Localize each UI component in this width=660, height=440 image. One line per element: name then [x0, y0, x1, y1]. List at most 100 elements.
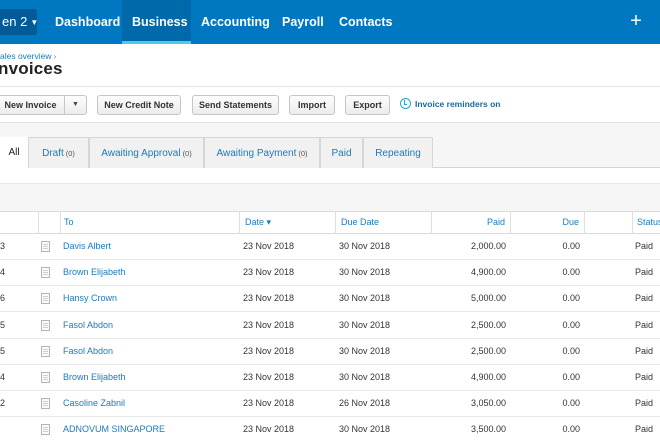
tab-label: Paid [331, 148, 352, 159]
column-divider [60, 211, 61, 234]
tab-label: Awaiting Payment [216, 148, 297, 159]
document-icon [41, 319, 50, 331]
column-divider [239, 211, 240, 234]
chevron-down-icon: ▼ [72, 101, 79, 108]
table-row[interactable]: 4 Brown Elijabeth 23 Nov 2018 30 Nov 2018 4,… [0, 365, 660, 391]
due-cell: 0.00 [562, 293, 580, 304]
table-row[interactable]: 3 Davis Albert 23 Nov 2018 30 Nov 2018 2,000… [0, 234, 660, 260]
nav-business[interactable]: Business [122, 0, 191, 44]
invoice-number-cell: 5 [0, 319, 6, 330]
organisation-switcher[interactable]: en 2 ▼ [0, 9, 37, 35]
status-cell: Paid [635, 424, 654, 435]
invoice-reminders-link[interactable]: Invoice reminders on [400, 98, 501, 109]
tab-paid[interactable]: Paid [320, 137, 363, 168]
due-date-cell: 30 Nov 2018 [339, 267, 391, 278]
invoice-number-cell: 6 [0, 293, 6, 304]
new-credit-note-button[interactable]: New Credit Note [97, 95, 181, 115]
new-invoice-dropdown-button[interactable]: ▼ [64, 95, 87, 115]
column-date[interactable]: Date ▾ [245, 212, 271, 233]
tab-label: Draft [42, 148, 64, 159]
status-cell: Paid [635, 267, 654, 278]
table-row[interactable]: ADNOVUM SINGAPORE 23 Nov 2018 30 Nov 2018 3… [0, 417, 660, 440]
nav-accounting[interactable]: Accounting [201, 0, 270, 44]
contact-name-link[interactable]: Brown Elijabeth [63, 365, 126, 391]
send-statements-button[interactable]: Send Statements [192, 95, 279, 115]
document-icon [41, 241, 50, 252]
status-cell: Paid [635, 319, 654, 330]
due-date-cell: 30 Nov 2018 [339, 319, 391, 330]
due-cell: 0.00 [562, 424, 580, 435]
column-paid[interactable]: Paid [440, 212, 505, 233]
column-status[interactable]: Status [637, 212, 660, 233]
table-row[interactable]: 6 Hansy Crown 23 Nov 2018 30 Nov 2018 5,000.… [0, 286, 660, 313]
alarm-clock-icon [400, 98, 411, 109]
column-divider [632, 211, 633, 234]
column-due[interactable]: Due [519, 212, 579, 233]
table-row[interactable]: 5 Fasol Abdon 23 Nov 2018 30 Nov 2018 2,500.… [0, 339, 660, 365]
paid-cell: 3,050.00 [470, 398, 506, 409]
chevron-down-icon: ▼ [30, 18, 37, 27]
column-divider [38, 211, 39, 234]
invoice-number-cell: 5 [0, 345, 6, 356]
due-cell: 0.00 [562, 319, 580, 330]
nav-contacts[interactable]: Contacts [339, 0, 392, 44]
tab-awaiting-approval[interactable]: Awaiting Approval (0) [89, 137, 204, 168]
status-cell: Paid [635, 398, 654, 409]
column-due-date[interactable]: Due Date [341, 212, 379, 233]
contact-name-link[interactable]: Fasol Abdon [63, 339, 113, 365]
contact-name-link[interactable]: Davis Albert [63, 234, 111, 260]
tab-count: (0) [298, 149, 308, 158]
tab-awaiting-payment[interactable]: Awaiting Payment (0) [204, 137, 320, 168]
document-icon [41, 293, 50, 305]
status-cell: Paid [635, 293, 654, 304]
import-button[interactable]: Import [289, 95, 335, 115]
invoice-reminders-label: Invoice reminders on [415, 99, 501, 109]
tab-draft[interactable]: Draft (0) [28, 137, 89, 168]
due-date-cell: 30 Nov 2018 [339, 293, 391, 304]
status-cell: Paid [635, 345, 654, 356]
table-row[interactable]: 5 Fasol Abdon 23 Nov 2018 30 Nov 2018 2,500.… [0, 313, 660, 339]
due-cell: 0.00 [562, 267, 580, 278]
contact-name-link[interactable]: Hansy Crown [63, 286, 117, 312]
column-divider [335, 211, 336, 234]
contact-name-link[interactable]: Fasol Abdon [63, 313, 113, 339]
tab-count: (0) [65, 149, 75, 158]
column-to[interactable]: To [64, 212, 74, 233]
paid-cell: 5,000.00 [470, 293, 506, 304]
add-new-icon[interactable]: + [628, 0, 644, 44]
paid-cell: 2,500.00 [470, 345, 506, 356]
column-divider [510, 211, 511, 234]
contact-name-link[interactable]: Brown Elijabeth [63, 260, 126, 286]
new-invoice-button[interactable]: New Invoice [0, 95, 65, 115]
invoice-number-cell: 4 [0, 372, 6, 382]
due-date-cell: 30 Nov 2018 [339, 241, 391, 251]
document-icon [41, 424, 50, 436]
export-button[interactable]: Export [345, 95, 390, 115]
paid-cell: 3,500.00 [470, 424, 506, 435]
table-row[interactable]: 2 Casoline Zabnil 23 Nov 2018 26 Nov 2018 3,… [0, 391, 660, 418]
due-date-cell: 26 Nov 2018 [339, 398, 391, 409]
due-cell: 0.00 [562, 241, 580, 251]
organisation-name: en 2 [2, 14, 28, 29]
due-date-cell: 30 Nov 2018 [339, 424, 391, 435]
contact-name-link[interactable]: ADNOVUM SINGAPORE [63, 417, 165, 440]
date-cell: 23 Nov 2018 [243, 372, 295, 382]
column-divider [584, 211, 585, 234]
due-date-cell: 30 Nov 2018 [339, 345, 391, 356]
tab-label: All [8, 147, 20, 158]
paid-cell: 2,500.00 [470, 319, 506, 330]
document-icon [41, 398, 50, 410]
date-cell: 23 Nov 2018 [243, 424, 295, 435]
paid-cell: 2,000.00 [470, 241, 506, 251]
document-icon [41, 267, 50, 279]
date-cell: 23 Nov 2018 [243, 293, 295, 304]
contact-name-link[interactable]: Casoline Zabnil [63, 391, 125, 417]
nav-payroll[interactable]: Payroll [282, 0, 324, 44]
tab-repeating[interactable]: Repeating [363, 137, 433, 168]
page-title: nvoices [0, 59, 63, 78]
paid-cell: 4,900.00 [470, 267, 506, 278]
table-row[interactable]: 4 Brown Elijabeth 23 Nov 2018 30 Nov 2018 4,… [0, 260, 660, 287]
tab-all[interactable]: All [0, 137, 28, 169]
column-divider [431, 211, 432, 234]
nav-dashboard[interactable]: Dashboard [55, 0, 120, 44]
